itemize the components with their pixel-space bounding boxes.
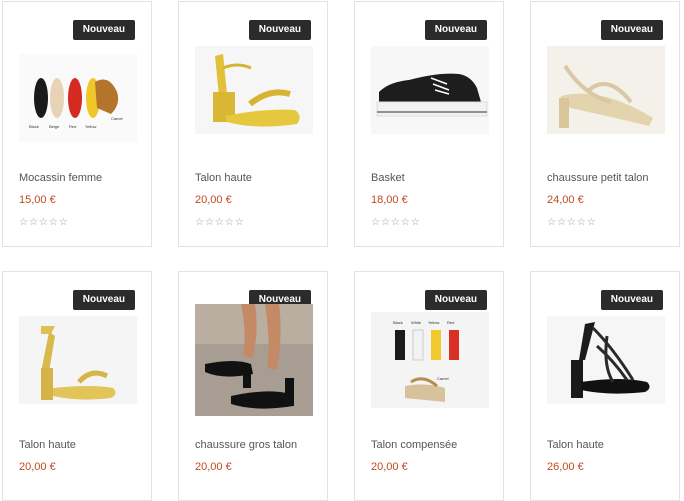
product-card[interactable]: Nouveau Talon haute 20,00 € ☆☆☆☆☆: [178, 1, 328, 247]
product-image[interactable]: Black White Yellow Red Camel: [371, 312, 489, 408]
new-badge: Nouveau: [248, 20, 311, 40]
product-price: 15,00 €: [19, 194, 56, 206]
product-price: 26,00 €: [547, 461, 584, 473]
product-card[interactable]: Nouveau Basket 18,00 € ☆☆☆☆☆: [354, 1, 504, 247]
product-image[interactable]: [19, 316, 137, 404]
product-card[interactable]: Nouveau chaussure gros talon 20,00 €: [178, 271, 328, 501]
color-label: White: [411, 320, 422, 325]
color-label: Red: [447, 320, 454, 325]
product-card[interactable]: Nouveau Black Beige Red Yellow Camel Moc…: [2, 1, 152, 247]
product-image[interactable]: [371, 46, 489, 134]
rating-stars: ☆☆☆☆☆: [371, 217, 421, 228]
product-name[interactable]: chaussure petit talon: [547, 172, 649, 184]
product-name[interactable]: Basket: [371, 172, 405, 184]
product-price: 18,00 €: [371, 194, 408, 206]
product-price: 20,00 €: [195, 194, 232, 206]
product-card[interactable]: Nouveau Black White Yellow Red Camel Tal…: [354, 271, 504, 501]
product-name[interactable]: Mocassin femme: [19, 172, 102, 184]
new-badge: Nouveau: [600, 20, 663, 40]
new-badge: Nouveau: [424, 290, 487, 310]
product-name[interactable]: Talon haute: [19, 439, 76, 451]
color-label: Black: [29, 124, 39, 129]
product-image[interactable]: [195, 304, 313, 416]
color-label: Red: [69, 124, 76, 129]
color-label: Black: [393, 320, 403, 325]
color-label: Yellow: [85, 124, 97, 129]
new-badge: Nouveau: [424, 20, 487, 40]
product-price: 20,00 €: [19, 461, 56, 473]
new-badge: Nouveau: [600, 290, 663, 310]
product-image[interactable]: Black Beige Red Yellow Camel: [19, 54, 137, 142]
product-card[interactable]: Nouveau chaussure petit talon 24,00 € ☆☆…: [530, 1, 680, 247]
color-label: Yellow: [428, 320, 440, 325]
product-price: 20,00 €: [195, 461, 232, 473]
color-label: Beige: [49, 124, 60, 129]
product-price: 20,00 €: [371, 461, 408, 473]
color-label: Camel: [437, 376, 449, 381]
rating-stars: ☆☆☆☆☆: [195, 217, 245, 228]
product-name[interactable]: Talon haute: [547, 439, 604, 451]
color-label: Camel: [111, 116, 123, 121]
product-name[interactable]: Talon haute: [195, 172, 252, 184]
new-badge: Nouveau: [72, 290, 135, 310]
product-name[interactable]: chaussure gros talon: [195, 439, 297, 451]
product-image[interactable]: [547, 316, 665, 404]
new-badge: Nouveau: [72, 20, 135, 40]
product-price: 24,00 €: [547, 194, 584, 206]
rating-stars: ☆☆☆☆☆: [19, 217, 69, 228]
product-image[interactable]: [547, 46, 665, 134]
rating-stars: ☆☆☆☆☆: [547, 217, 597, 228]
product-card[interactable]: Nouveau Talon haute 26,00 €: [530, 271, 680, 501]
product-name[interactable]: Talon compensée: [371, 439, 457, 451]
product-image[interactable]: [195, 46, 313, 134]
product-card[interactable]: Nouveau Talon haute 20,00 €: [2, 271, 152, 501]
